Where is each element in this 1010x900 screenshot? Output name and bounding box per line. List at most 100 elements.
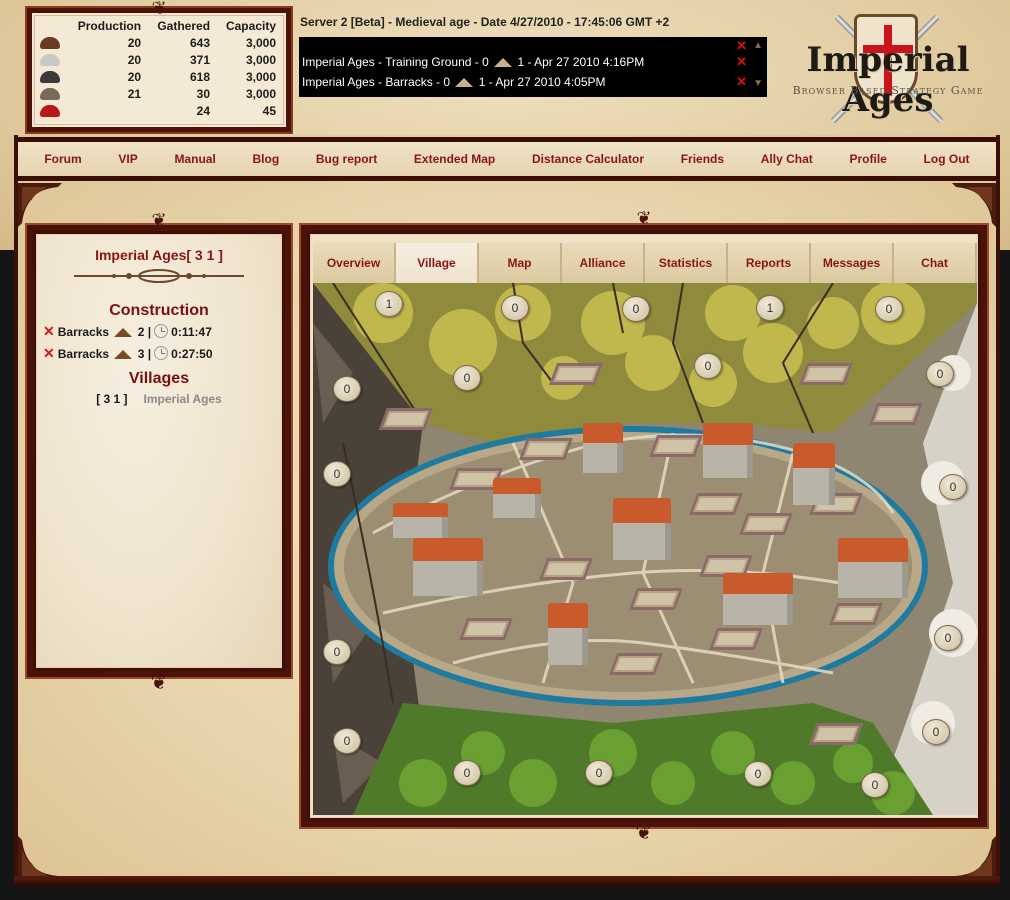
castle-building[interactable] [413, 538, 483, 596]
field-level-marker[interactable]: 0 [922, 719, 950, 745]
tab-village[interactable]: Village [396, 243, 479, 283]
tab-overview[interactable]: Overview [313, 243, 396, 283]
cancel-icon[interactable]: ✕ [43, 323, 55, 339]
villages-heading: Villages [128, 370, 190, 387]
village-link[interactable]: Imperial Ages [144, 392, 222, 406]
empty-building-plot[interactable] [628, 588, 684, 610]
tavern-building[interactable] [703, 423, 753, 478]
empty-building-plot[interactable] [808, 723, 864, 745]
empty-building-plot[interactable] [548, 363, 604, 385]
field-level-marker[interactable]: 0 [333, 728, 361, 754]
notification-item[interactable]: Imperial Ages - Training Ground - 0 1 - … [302, 54, 644, 70]
empty-building-plot[interactable] [538, 558, 594, 580]
level-icon [114, 328, 133, 337]
scroll-down-icon[interactable]: ▼ [753, 78, 763, 89]
gate-tower-building[interactable] [793, 443, 835, 505]
close-icon[interactable]: ✕ [736, 38, 747, 54]
fortress-building[interactable] [838, 538, 908, 598]
tab-alliance[interactable]: Alliance [562, 243, 645, 283]
empty-building-plot[interactable] [798, 363, 854, 385]
stone-icon [40, 71, 60, 84]
nav-link-bug-report[interactable]: Bug report [316, 152, 377, 166]
nav-link-blog[interactable]: Blog [252, 152, 279, 166]
nav-link-forum[interactable]: Forum [44, 152, 81, 166]
market-building[interactable] [723, 573, 793, 625]
field-level-marker[interactable]: 0 [622, 296, 650, 322]
field-level-marker[interactable]: 0 [501, 295, 529, 321]
village-coords: [ 3 1 ] [96, 392, 128, 406]
town-hall-building[interactable] [583, 423, 623, 473]
empty-building-plot[interactable] [868, 403, 924, 425]
notification-item[interactable]: Imperial Ages - Barracks - 0 1 - Apr 27 … [302, 74, 606, 90]
field-level-marker[interactable]: 0 [333, 376, 361, 402]
close-icon[interactable]: ✕ [736, 74, 747, 90]
field-level-marker[interactable]: 0 [694, 353, 722, 379]
nav-link-vip[interactable]: VIP [118, 152, 137, 166]
empty-building-plot[interactable] [518, 438, 574, 460]
tab-statistics[interactable]: Statistics [645, 243, 728, 283]
production-header: Production [77, 19, 142, 33]
field-level-marker[interactable]: 0 [875, 296, 903, 322]
cancel-icon[interactable]: ✕ [43, 345, 55, 361]
field-level-marker[interactable]: 0 [861, 772, 889, 798]
empty-building-plot[interactable] [608, 653, 664, 675]
empty-building-plot[interactable] [458, 618, 514, 640]
building-level: 2 | [137, 325, 152, 339]
field-level-marker[interactable]: 0 [453, 760, 481, 786]
build-time: 0:11:47 [171, 325, 212, 339]
tab-bar: Overview Village Map Alliance Statistics Repo… [313, 243, 977, 283]
field-level-marker[interactable]: 0 [453, 365, 481, 391]
field-level-marker[interactable]: 0 [744, 761, 772, 787]
tab-messages[interactable]: Messages [811, 243, 894, 283]
nav-link-friends[interactable]: Friends [681, 152, 724, 166]
field-level-marker[interactable]: 0 [934, 625, 962, 651]
troop-arrow-icon [494, 58, 513, 67]
village-list: [ 3 1 ] Imperial Ages [37, 392, 281, 406]
silver-icon [40, 54, 60, 67]
empty-building-plot[interactable] [708, 628, 764, 650]
empty-building-plot[interactable] [688, 493, 744, 515]
gathered-header: Gathered [157, 19, 211, 33]
gathered-value: 643 [190, 35, 211, 50]
nav-link-profile[interactable]: Profile [849, 152, 886, 166]
nav-link-ally-chat[interactable]: Ally Chat [761, 152, 813, 166]
empty-building-plot[interactable] [828, 603, 884, 625]
empty-building-plot[interactable] [648, 435, 704, 457]
field-level-marker[interactable]: 1 [375, 291, 403, 317]
workshop-building[interactable] [493, 478, 541, 518]
logo-title: Imperial Ages [806, 40, 970, 120]
resource-row: 24 45 [38, 102, 280, 119]
ornament-icon: ❦ [635, 822, 653, 844]
field-level-marker[interactable]: 0 [926, 361, 954, 387]
nav-link-manual[interactable]: Manual [174, 152, 215, 166]
main-building[interactable] [613, 498, 671, 560]
resource-table: Production Gathered Capacity 20 643 3,000 2… [38, 17, 280, 119]
tab-map[interactable]: Map [479, 243, 562, 283]
field-level-marker[interactable]: 1 [756, 295, 784, 321]
empty-building-plot[interactable] [378, 408, 434, 430]
logo: Imperial Ages Browser Based Strategy Gam… [766, 2, 1006, 128]
village-map[interactable]: 1 0 0 1 0 0 0 0 0 0 0 0 0 0 0 0 0 0 0 [313, 283, 977, 815]
field-level-marker[interactable]: 0 [323, 461, 351, 487]
nav-link-distance-calculator[interactable]: Distance Calculator [532, 152, 644, 166]
troop-arrow-icon [455, 78, 474, 87]
nav-link-log-out[interactable]: Log Out [924, 152, 970, 166]
production-value [64, 102, 145, 119]
nav-link-extended-map[interactable]: Extended Map [414, 152, 495, 166]
scroll-up-icon[interactable]: ▲ [753, 40, 763, 51]
empty-building-plot[interactable] [738, 513, 794, 535]
tab-reports[interactable]: Reports [728, 243, 811, 283]
field-level-marker[interactable]: 0 [939, 474, 967, 500]
tower-building[interactable] [548, 603, 588, 665]
capacity-header: Capacity [225, 19, 276, 33]
ornament-icon: ❦ [636, 208, 652, 228]
field-level-marker[interactable]: 0 [585, 760, 613, 786]
close-icon[interactable]: ✕ [736, 54, 747, 70]
corner-ornament-icon [952, 183, 996, 227]
storage-building[interactable] [393, 503, 448, 538]
resource-row: 20 371 3,000 [38, 51, 280, 68]
tab-chat[interactable]: Chat [894, 243, 977, 283]
village-item[interactable]: [ 3 1 ] Imperial Ages [37, 392, 281, 406]
clock-icon [154, 346, 169, 360]
field-level-marker[interactable]: 0 [323, 639, 351, 665]
